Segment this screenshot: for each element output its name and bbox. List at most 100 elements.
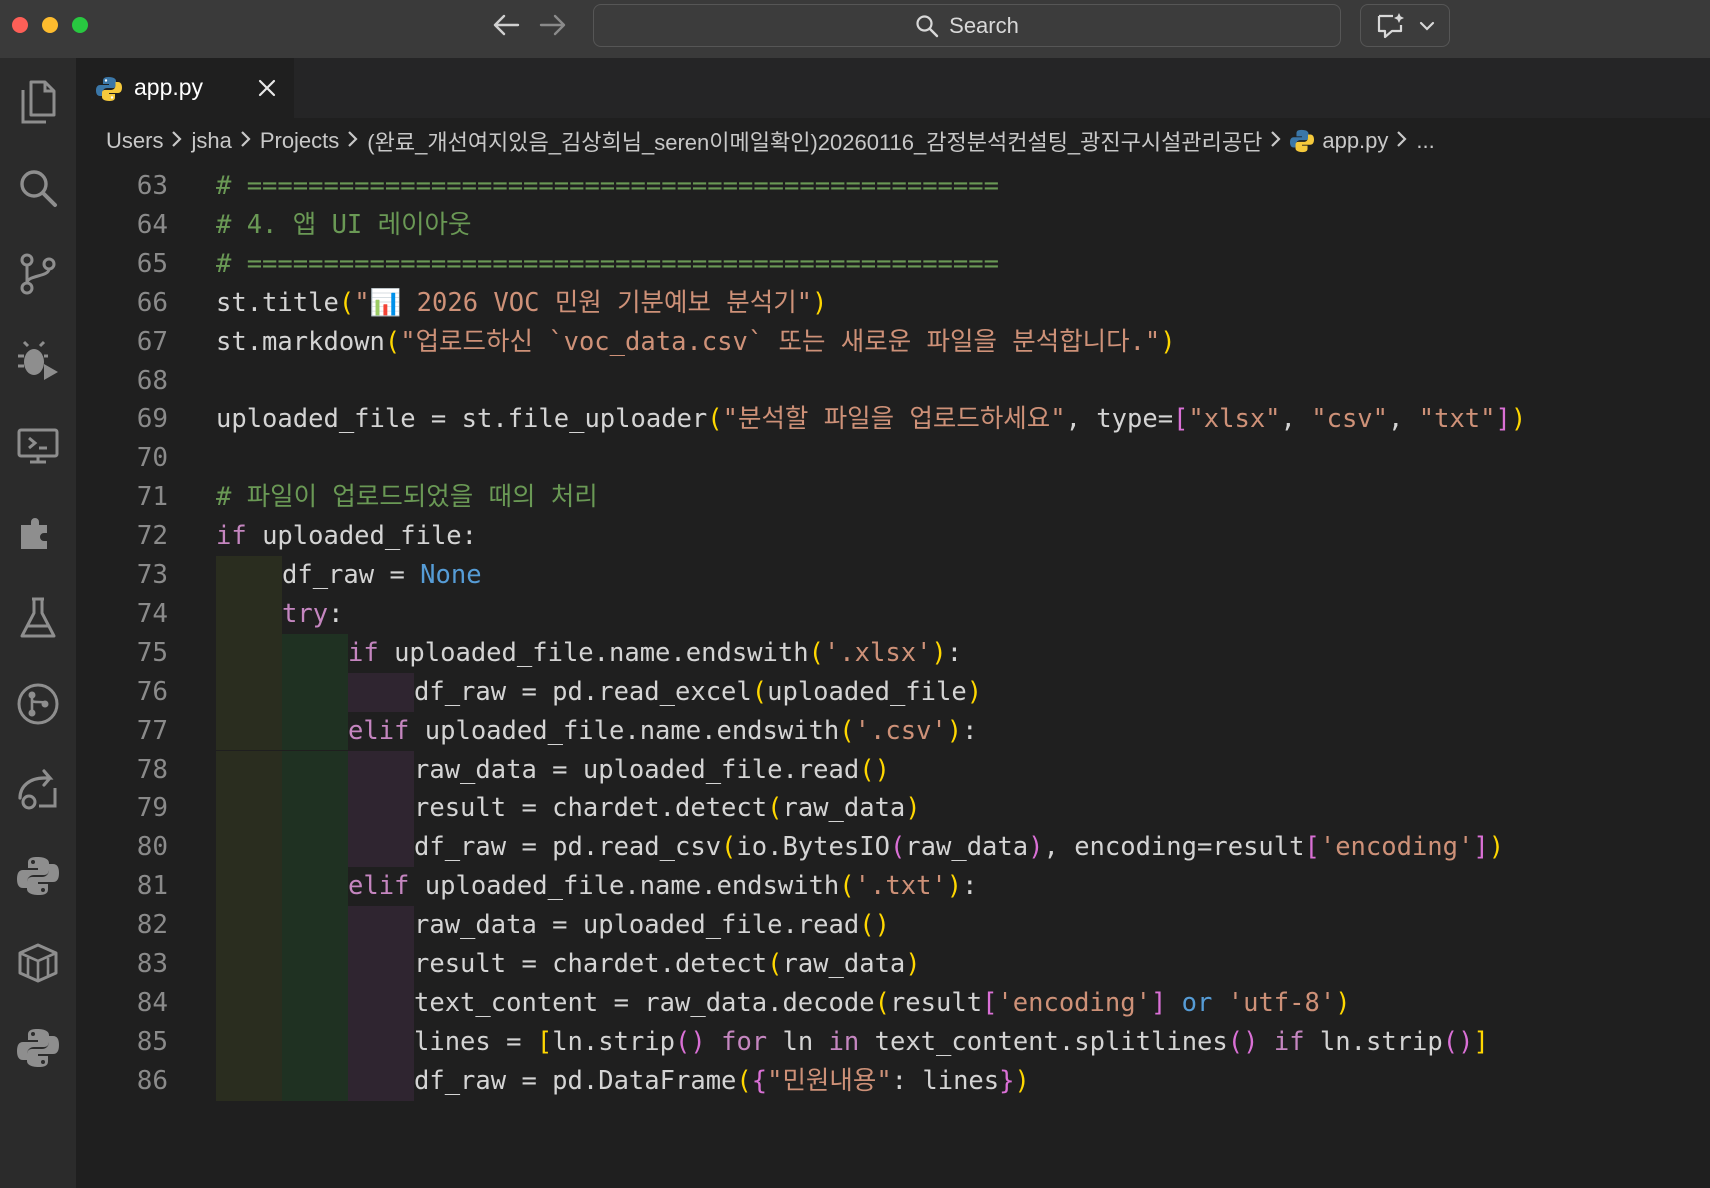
- line-number: 64: [136, 209, 168, 240]
- code-token: (: [338, 287, 355, 318]
- code-token: }: [999, 1065, 1015, 1096]
- explorer-button[interactable]: [10, 74, 66, 130]
- code-token: "csv": [1311, 404, 1389, 435]
- code-line: 82 raw_data = uploaded_file.read(): [76, 906, 1710, 945]
- code-editor[interactable]: 63 # ====================================…: [76, 164, 1710, 1188]
- source-control-icon: [20, 253, 56, 295]
- source-control-button[interactable]: [10, 246, 66, 302]
- live-share-button[interactable]: [10, 762, 66, 818]
- breadcrumb-user[interactable]: jsha: [191, 128, 231, 154]
- packages-icon: [18, 943, 58, 983]
- code-text: try:: [282, 595, 343, 634]
- code-token: "민원내용": [767, 1065, 892, 1096]
- minimize-window-button[interactable]: [42, 17, 58, 33]
- run-debug-button[interactable]: [10, 332, 66, 388]
- breadcrumb-file[interactable]: app.py: [1290, 128, 1388, 154]
- extensions-button[interactable]: [10, 504, 66, 560]
- code-text: # ======================================…: [216, 167, 999, 206]
- line-number: 84: [136, 987, 168, 1018]
- code-line: 75 if uploaded_file.name.endswith('.xlsx'…: [76, 633, 1710, 673]
- code-token: :: [962, 871, 978, 902]
- code-token: ): [905, 949, 921, 979]
- code-token: result: [889, 987, 983, 1018]
- line-number: 67: [136, 326, 168, 357]
- python-environments-icon: [17, 1029, 59, 1067]
- indent-guide: [348, 828, 414, 868]
- indent-guide: [348, 672, 414, 712]
- code-token: ]: [1473, 832, 1489, 863]
- code-token: ,: [1280, 404, 1312, 435]
- code-token: :: [962, 715, 978, 746]
- code-token: :: [328, 598, 344, 629]
- code-text: elif uploaded_file.name.endswith('.csv')…: [348, 712, 978, 751]
- indent-guide: [282, 983, 348, 1023]
- chevron-right-icon: [1270, 128, 1282, 154]
- breadcrumb-projects[interactable]: Projects: [260, 128, 339, 154]
- python-environments-button[interactable]: [10, 1020, 66, 1076]
- line-number: 71: [136, 482, 168, 513]
- indent-guide: [216, 867, 282, 907]
- indent-guide: [216, 1022, 282, 1062]
- code-token: ,: [1388, 404, 1419, 435]
- chat-button[interactable]: [1360, 4, 1450, 47]
- line-number: 76: [136, 676, 168, 707]
- line-number: 83: [136, 949, 168, 979]
- tab-label: app.py: [134, 74, 204, 100]
- go-forward-button[interactable]: [536, 10, 570, 40]
- code-token: [: [536, 1026, 553, 1057]
- code-token: io.BytesIO: [736, 832, 890, 863]
- chat-sparkle-icon: [1377, 12, 1404, 38]
- remote-explorer-button[interactable]: [10, 418, 66, 474]
- code-token: '.xlsx': [823, 637, 932, 668]
- breadcrumb-users[interactable]: Users: [106, 128, 163, 154]
- maximize-window-button[interactable]: [72, 17, 88, 33]
- code-token: "분석할 파일을 업로드하세요": [722, 404, 1066, 435]
- code-line: 63 # ====================================…: [76, 167, 1710, 206]
- command-center-search[interactable]: Search: [593, 4, 1341, 47]
- code-token: 'utf-8': [1227, 987, 1336, 1018]
- code-line: 76 df_raw = pd.read_excel(uploaded_file): [76, 672, 1710, 712]
- indent-guide: [282, 945, 348, 984]
- search-view-button[interactable]: [10, 160, 66, 216]
- code-token: raw_data: [782, 793, 906, 824]
- code-token: ): [931, 637, 947, 668]
- packages-button[interactable]: [10, 934, 66, 990]
- breadcrumb-more[interactable]: ...: [1416, 128, 1434, 154]
- code-line: 81 elif uploaded_file.name.endswith('.txt…: [76, 867, 1710, 907]
- indent-guide: [216, 945, 282, 984]
- code-line: 78 raw_data = uploaded_file.read(): [76, 750, 1710, 790]
- code-token: if: [348, 637, 379, 668]
- indent-guide: [282, 906, 348, 945]
- line-number: 70: [136, 443, 168, 474]
- go-back-button[interactable]: [489, 10, 523, 40]
- tab-app-py[interactable]: app.py: [76, 58, 294, 118]
- python-button[interactable]: [10, 848, 66, 904]
- indent-guide: [348, 750, 414, 790]
- testing-button[interactable]: [10, 590, 66, 646]
- indent-guide: [282, 1061, 348, 1101]
- git-graph-button[interactable]: [10, 676, 66, 732]
- code-line: 64 # 4. 앱 UI 레이아웃: [76, 206, 1710, 245]
- code-line: 68: [76, 362, 1710, 401]
- code-line: 86 df_raw = pd.DataFrame({"민원내용": lines}): [76, 1061, 1710, 1101]
- code-token: ]: [1473, 1026, 1489, 1057]
- code-token: text_content.splitlines: [859, 1026, 1228, 1057]
- code-token: df_raw = pd.DataFrame: [414, 1065, 737, 1096]
- line-number: 72: [136, 521, 168, 552]
- code-token: uploaded_file.name.endswith: [378, 637, 809, 668]
- code-token: "📊 2026 VOC 민원 기분예보 분석기": [354, 287, 813, 318]
- code-text: lines = [ln.strip() for ln in text_conte…: [414, 1023, 1489, 1062]
- code-token: (: [808, 637, 824, 668]
- indent-guide: [216, 789, 282, 829]
- git-graph-icon: [17, 683, 59, 725]
- code-token: (: [707, 404, 723, 435]
- close-window-button[interactable]: [12, 17, 28, 33]
- code-token: [: [982, 987, 998, 1018]
- tab-close-button[interactable]: [254, 75, 280, 101]
- code-token: [: [1304, 832, 1320, 863]
- breadcrumb-folder[interactable]: (완료_개선여지있음_김상희님_seren이메일확인)20260116_감정분석…: [367, 125, 1262, 157]
- code-text: text_content = raw_data.decode(result['e…: [414, 984, 1351, 1023]
- code-token: "txt": [1418, 404, 1496, 435]
- line-number: 85: [136, 1026, 168, 1057]
